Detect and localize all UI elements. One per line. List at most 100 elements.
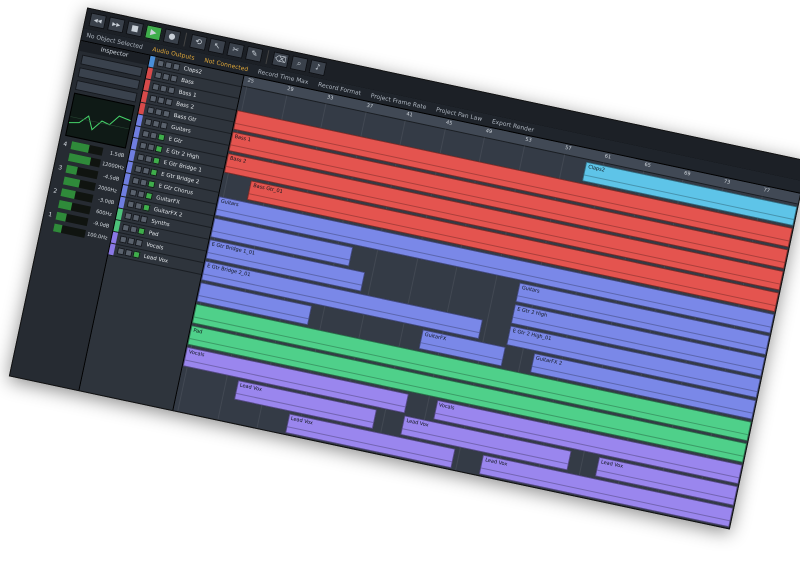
track-color-swatch — [113, 220, 121, 232]
toolbar-button[interactable]: ✎ — [244, 45, 264, 63]
toolbar-button[interactable]: ▸▸ — [106, 16, 126, 34]
track-name: Lead Vox — [143, 253, 169, 265]
track-color-swatch — [140, 90, 149, 103]
eq-band-number: 4 — [62, 140, 68, 148]
toolbar-button[interactable]: ■ — [125, 20, 145, 38]
track-name: Pad — [148, 229, 160, 238]
eq-band-value: -9.0dB — [92, 220, 110, 230]
monitor-button[interactable] — [144, 191, 154, 201]
monitor-button[interactable] — [164, 97, 174, 107]
monitor-button[interactable] — [159, 121, 169, 130]
eq-band-number — [46, 226, 52, 227]
monitor-button[interactable] — [149, 168, 159, 177]
track-buttons — [116, 247, 141, 259]
track-name: GuitarFX — [155, 194, 181, 206]
track-name: Bass — [180, 77, 195, 86]
ruler-bar-label: 57 — [564, 144, 572, 153]
monitor-button[interactable] — [169, 74, 179, 83]
ruler-bar-label: 37 — [366, 102, 374, 110]
eq-band-fill — [57, 199, 73, 211]
track-color-swatch — [148, 55, 156, 68]
eq-band-number — [51, 202, 57, 203]
track-color-swatch — [108, 243, 116, 256]
monitor-button[interactable] — [142, 203, 151, 212]
track-color-swatch — [125, 161, 134, 174]
eq-band-number — [56, 179, 62, 180]
track-name: Bass Gtr — [173, 112, 198, 124]
track-name: Bass 2 — [175, 100, 195, 111]
ruler-bar-label: 69 — [683, 170, 691, 178]
toolbar-button[interactable]: ♪ — [308, 59, 328, 77]
monitor-button[interactable] — [139, 215, 149, 224]
track-color-swatch — [118, 196, 126, 209]
track-color-swatch — [133, 126, 141, 138]
ruler-bar-label: 65 — [643, 161, 652, 170]
track-color-swatch — [115, 208, 124, 221]
monitor-button[interactable] — [132, 250, 141, 259]
eq-band-value: 100.0Hz — [86, 231, 108, 242]
eq-band-number — [61, 155, 67, 156]
monitor-button[interactable] — [134, 238, 144, 248]
eq-band-fill — [60, 188, 77, 200]
ruler-bar-label: 33 — [326, 94, 334, 102]
eq-band-fill — [55, 211, 67, 222]
ruler-bar-label: 25 — [246, 77, 255, 85]
monitor-button[interactable] — [172, 62, 181, 71]
track-color-swatch — [143, 79, 151, 92]
track-name: E Gtr — [168, 135, 183, 145]
track-color-swatch — [130, 137, 139, 150]
eq-band-value: 12000Hz — [101, 161, 125, 172]
track-name: Synths — [150, 218, 171, 228]
daw-window: ◂◂ ▸▸ ■ ▶ ● ⟲ ↖ ✂ ✎ ⌫ ⌕ ♪ No Object Selected Audio … — [8, 7, 800, 530]
monitor-button[interactable] — [152, 156, 161, 165]
track-name: Bass 1 — [178, 88, 198, 99]
eq-band-value: 600Hz — [95, 208, 113, 219]
track-name: Vocals — [145, 241, 165, 252]
track-color-swatch — [128, 149, 136, 162]
toolbar-button[interactable]: ◂◂ — [88, 12, 107, 30]
monitor-button[interactable] — [167, 86, 176, 95]
eq-curve-icon — [68, 115, 131, 131]
ruler-bar-label: 41 — [405, 111, 414, 119]
ruler-bar-label: 53 — [524, 136, 533, 144]
track-color-swatch — [145, 67, 153, 80]
eq-band-fill — [67, 153, 92, 166]
eq-band-value: -3.0dB — [97, 197, 115, 207]
track-name: Claps2 — [183, 65, 203, 76]
monitor-button[interactable] — [157, 133, 166, 142]
eq-band-number: 1 — [47, 210, 53, 219]
eq-band-fill — [52, 223, 63, 233]
monitor-button[interactable] — [147, 180, 156, 189]
ruler-bar-label: 45 — [445, 119, 453, 127]
eq-band-number: 3 — [57, 163, 63, 172]
toolbar-separator — [183, 32, 188, 47]
track-color-swatch — [120, 184, 129, 197]
eq-band-fill — [70, 141, 90, 153]
toolbar-button[interactable]: ⌕ — [289, 55, 309, 73]
ruler-bar-label: 29 — [286, 85, 295, 94]
toolbar-separator — [265, 50, 270, 64]
toolbar-button[interactable]: ▶ — [144, 24, 163, 42]
eq-band-value: 2000Hz — [97, 184, 118, 195]
ruler-bar-label: 77 — [762, 187, 771, 195]
ruler-bar-label: 73 — [723, 178, 731, 186]
eq-band-fill — [62, 176, 81, 188]
ruler-bar-label: 49 — [485, 128, 493, 136]
toolbar-button[interactable]: ⌫ — [271, 51, 290, 69]
ruler-bar-label: 61 — [604, 153, 612, 161]
monitor-button[interactable] — [154, 144, 164, 154]
toolbar-button[interactable]: ✂ — [226, 41, 245, 59]
monitor-button[interactable] — [162, 109, 171, 118]
track-color-swatch — [110, 231, 119, 244]
track-color-swatch — [138, 102, 146, 115]
eq-band-number: 2 — [52, 187, 58, 195]
eq-band-fill — [65, 164, 79, 175]
toolbar-button[interactable]: ↖ — [207, 37, 227, 55]
track-color-swatch — [123, 173, 131, 185]
eq-band-value: 1.5dB — [109, 150, 125, 160]
monitor-button[interactable] — [137, 227, 146, 236]
track-color-swatch — [135, 114, 144, 127]
toolbar-button[interactable]: ● — [162, 28, 182, 46]
toolbar-button[interactable]: ⟲ — [189, 33, 208, 51]
eq-band-value: -4.5dB — [102, 173, 120, 183]
